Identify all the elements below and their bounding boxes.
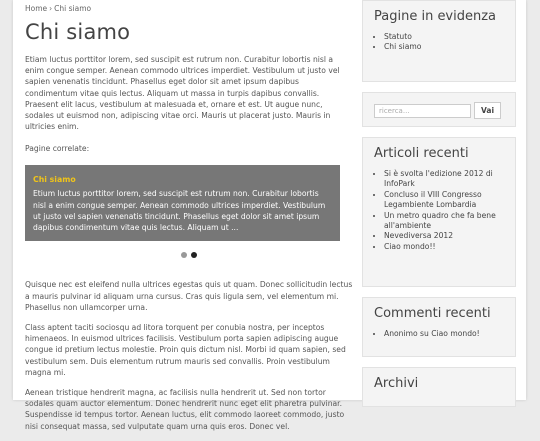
sidebar: Pagine in evidenza Statuto Chi siamo ric… (362, 0, 516, 417)
featured-pages-widget: Pagine in evidenza Statuto Chi siamo (362, 0, 516, 82)
search-input[interactable]: ricerca... (374, 103, 471, 118)
related-slider[interactable]: Chi siamo Etium luctus porttitor lorem, … (25, 165, 340, 242)
search-widget: ricerca... Vai (362, 92, 516, 127)
recent-posts-list: Si è svolta l'edizione 2012 di InfoPark … (374, 169, 505, 252)
slider-excerpt: Etium luctus porttitor lorem, sed suscip… (33, 189, 326, 233)
recent-post-link[interactable]: Ciao mondo!! (384, 242, 505, 252)
body-paragraph: Class aptent taciti sociosqu ad litora t… (25, 323, 346, 377)
intro-paragraph: Etiam luctus porttitor lorem, sed suscip… (25, 55, 340, 132)
slider-pagination (25, 243, 353, 259)
recent-comments-title: Commenti recenti (374, 306, 491, 321)
breadcrumb: Home › Chi siamo (25, 4, 353, 13)
recent-post-link[interactable]: Nevediversa 2012 (384, 231, 505, 241)
recent-comment-link[interactable]: Anonimo su Ciao mondo! (384, 329, 505, 339)
breadcrumb-current: Chi siamo (54, 4, 92, 13)
archive-widget: Archivi (362, 367, 516, 407)
main-content: Home › Chi siamo Chi siamo Etiam luctus po… (25, 0, 353, 441)
featured-pages-list: Statuto Chi siamo (374, 32, 505, 53)
slider-title-link[interactable]: Chi siamo (33, 175, 332, 184)
breadcrumb-home-link[interactable]: Home (25, 4, 47, 13)
recent-comments-widget: Commenti recenti Anonimo su Ciao mondo! (362, 297, 516, 357)
body-paragraph: Aenean tristique hendrerit magna, ac fac… (25, 388, 345, 431)
related-pages-label: Pagine correlate: (25, 144, 90, 154)
recent-posts-title: Articoli recenti (374, 146, 469, 161)
featured-page-link[interactable]: Statuto (384, 32, 505, 42)
page-title: Chi siamo (25, 20, 131, 44)
recent-post-link[interactable]: Un metro quadro che fa bene all'ambiente (384, 211, 505, 232)
recent-comments-list: Anonimo su Ciao mondo! (374, 329, 505, 339)
recent-posts-widget: Articoli recenti Si è svolta l'edizione … (362, 137, 516, 287)
breadcrumb-separator: › (49, 4, 53, 13)
featured-pages-title: Pagine in evidenza (374, 9, 497, 24)
featured-page-link[interactable]: Chi siamo (384, 42, 505, 52)
recent-post-link[interactable]: Concluso il VIII Congresso Legambiente L… (384, 190, 505, 211)
search-row: ricerca... Vai (374, 102, 505, 119)
page: Home › Chi siamo Chi siamo Etiam luctus po… (13, 0, 526, 431)
search-button[interactable]: Vai (474, 102, 501, 119)
body-paragraph: Quisque nec est eleifend nulla ultrices … (25, 280, 353, 312)
recent-post-link[interactable]: Si è svolta l'edizione 2012 di InfoPark (384, 169, 505, 190)
archive-title: Archivi (374, 376, 419, 391)
